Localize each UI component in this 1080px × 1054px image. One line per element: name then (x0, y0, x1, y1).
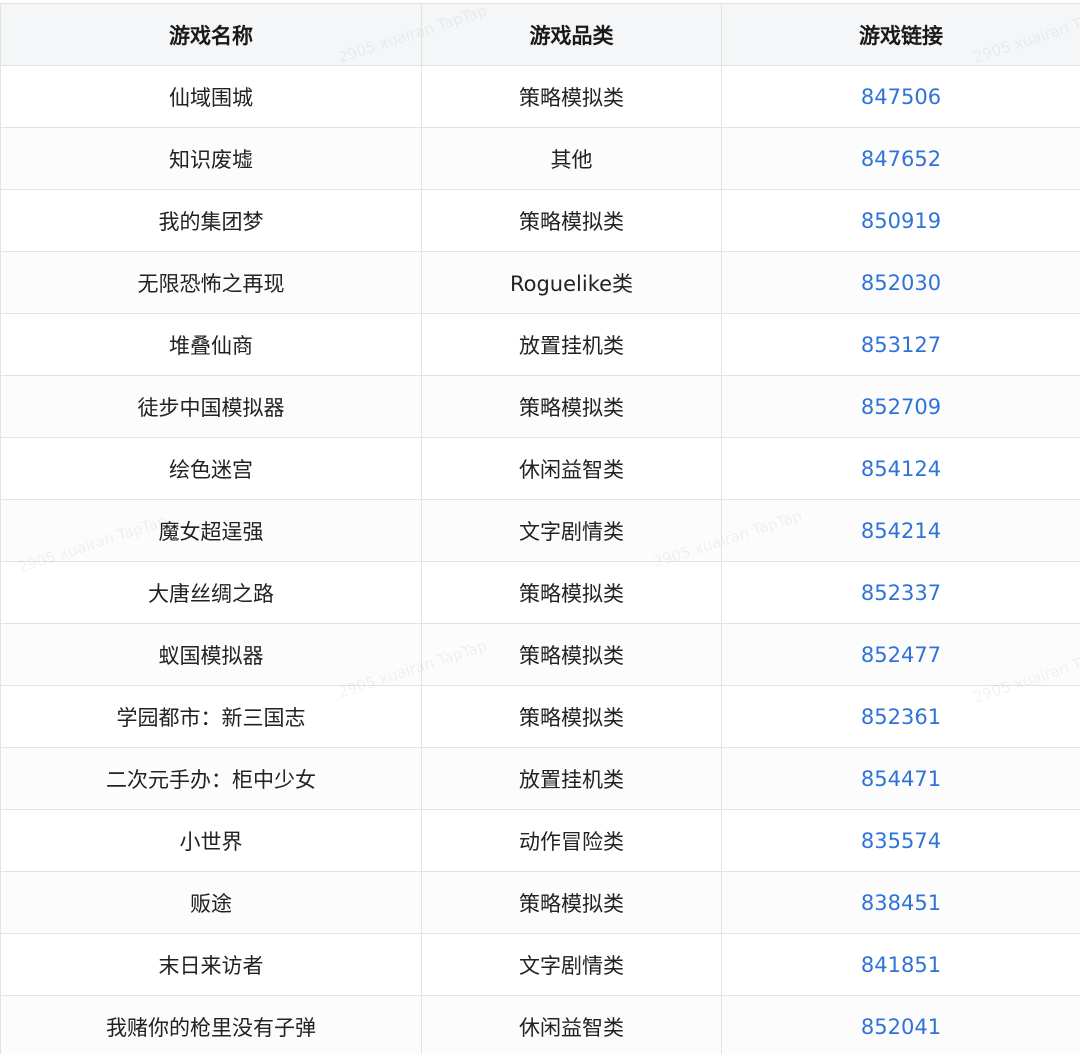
table-body: 仙域围城 策略模拟类 847506 知识废墟 其他 847652 我的集团梦 策… (0, 65, 1080, 1054)
game-table: 游戏名称 游戏品类 游戏链接 仙域围城 策略模拟类 847506 知识废墟 其他… (0, 3, 1080, 1054)
game-link[interactable]: 853127 (861, 333, 941, 357)
game-link-cell: 850919 (721, 189, 1080, 252)
game-link[interactable]: 852337 (861, 581, 941, 605)
game-category-cell: Roguelike类 (421, 251, 722, 314)
game-link[interactable]: 854214 (861, 519, 941, 543)
game-link-cell: 854124 (721, 437, 1080, 500)
game-link-cell: 852709 (721, 375, 1080, 438)
table-row: 大唐丝绸之路 策略模拟类 852337 (0, 561, 1080, 624)
game-link[interactable]: 852041 (861, 1015, 941, 1039)
game-link[interactable]: 852709 (861, 395, 941, 419)
table-row: 徒步中国模拟器 策略模拟类 852709 (0, 375, 1080, 438)
game-category-cell: 策略模拟类 (421, 189, 722, 252)
game-name-cell: 仙域围城 (0, 65, 422, 128)
game-name-cell: 绘色迷宫 (0, 437, 422, 500)
table-row: 学园都市：新三国志 策略模拟类 852361 (0, 685, 1080, 748)
game-category-cell: 文字剧情类 (421, 933, 722, 996)
game-category-cell: 策略模拟类 (421, 685, 722, 748)
game-link[interactable]: 852030 (861, 271, 941, 295)
game-link-cell: 841851 (721, 933, 1080, 996)
table-row: 小世界 动作冒险类 835574 (0, 809, 1080, 872)
table-row: 堆叠仙商 放置挂机类 853127 (0, 313, 1080, 376)
game-link-cell: 852030 (721, 251, 1080, 314)
game-link[interactable]: 852477 (861, 643, 941, 667)
table-row: 魔女超逞强 文字剧情类 854214 (0, 499, 1080, 562)
game-link[interactable]: 850919 (861, 209, 941, 233)
game-link[interactable]: 854124 (861, 457, 941, 481)
game-link-cell: 835574 (721, 809, 1080, 872)
game-category-cell: 策略模拟类 (421, 375, 722, 438)
game-link[interactable]: 847652 (861, 147, 941, 171)
game-category-cell: 策略模拟类 (421, 561, 722, 624)
table-row: 我的集团梦 策略模拟类 850919 (0, 189, 1080, 252)
game-link-cell: 838451 (721, 871, 1080, 934)
table-row: 蚁国模拟器 策略模拟类 852477 (0, 623, 1080, 686)
header-game-name: 游戏名称 (0, 3, 422, 66)
game-link-cell: 847652 (721, 127, 1080, 190)
game-category-cell: 策略模拟类 (421, 871, 722, 934)
game-name-cell: 我赌你的枪里没有子弹 (0, 995, 422, 1054)
header-row: 游戏名称 游戏品类 游戏链接 (0, 3, 1080, 66)
game-category-cell: 其他 (421, 127, 722, 190)
game-table-container: 游戏名称 游戏品类 游戏链接 仙域围城 策略模拟类 847506 知识废墟 其他… (0, 3, 1080, 1054)
game-category-cell: 休闲益智类 (421, 995, 722, 1054)
game-name-cell: 魔女超逞强 (0, 499, 422, 562)
game-category-cell: 策略模拟类 (421, 623, 722, 686)
game-name-cell: 蚁国模拟器 (0, 623, 422, 686)
game-link-cell: 853127 (721, 313, 1080, 376)
header-game-link: 游戏链接 (721, 3, 1080, 66)
game-name-cell: 小世界 (0, 809, 422, 872)
game-link-cell: 852361 (721, 685, 1080, 748)
table-row: 贩途 策略模拟类 838451 (0, 871, 1080, 934)
game-link-cell: 852477 (721, 623, 1080, 686)
game-name-cell: 堆叠仙商 (0, 313, 422, 376)
game-link-cell: 854214 (721, 499, 1080, 562)
game-link[interactable]: 835574 (861, 829, 941, 853)
game-name-cell: 无限恐怖之再现 (0, 251, 422, 314)
game-category-cell: 放置挂机类 (421, 313, 722, 376)
game-name-cell: 徒步中国模拟器 (0, 375, 422, 438)
game-name-cell: 末日来访者 (0, 933, 422, 996)
game-category-cell: 放置挂机类 (421, 747, 722, 810)
game-category-cell: 休闲益智类 (421, 437, 722, 500)
game-link[interactable]: 847506 (861, 85, 941, 109)
game-link[interactable]: 838451 (861, 891, 941, 915)
game-category-cell: 动作冒险类 (421, 809, 722, 872)
game-link-cell: 854471 (721, 747, 1080, 810)
game-link[interactable]: 852361 (861, 705, 941, 729)
game-link-cell: 847506 (721, 65, 1080, 128)
table-row: 绘色迷宫 休闲益智类 854124 (0, 437, 1080, 500)
game-name-cell: 知识废墟 (0, 127, 422, 190)
table-header: 游戏名称 游戏品类 游戏链接 (0, 3, 1080, 66)
game-link[interactable]: 841851 (861, 953, 941, 977)
table-row: 末日来访者 文字剧情类 841851 (0, 933, 1080, 996)
game-link-cell: 852337 (721, 561, 1080, 624)
table-row: 仙域围城 策略模拟类 847506 (0, 65, 1080, 128)
game-name-cell: 贩途 (0, 871, 422, 934)
table-row: 二次元手办：柜中少女 放置挂机类 854471 (0, 747, 1080, 810)
table-row: 我赌你的枪里没有子弹 休闲益智类 852041 (0, 995, 1080, 1054)
game-category-cell: 策略模拟类 (421, 65, 722, 128)
game-name-cell: 我的集团梦 (0, 189, 422, 252)
game-name-cell: 学园都市：新三国志 (0, 685, 422, 748)
table-row: 知识废墟 其他 847652 (0, 127, 1080, 190)
header-game-category: 游戏品类 (421, 3, 722, 66)
game-name-cell: 二次元手办：柜中少女 (0, 747, 422, 810)
game-link[interactable]: 854471 (861, 767, 941, 791)
game-link-cell: 852041 (721, 995, 1080, 1054)
game-name-cell: 大唐丝绸之路 (0, 561, 422, 624)
game-category-cell: 文字剧情类 (421, 499, 722, 562)
table-row: 无限恐怖之再现 Roguelike类 852030 (0, 251, 1080, 314)
